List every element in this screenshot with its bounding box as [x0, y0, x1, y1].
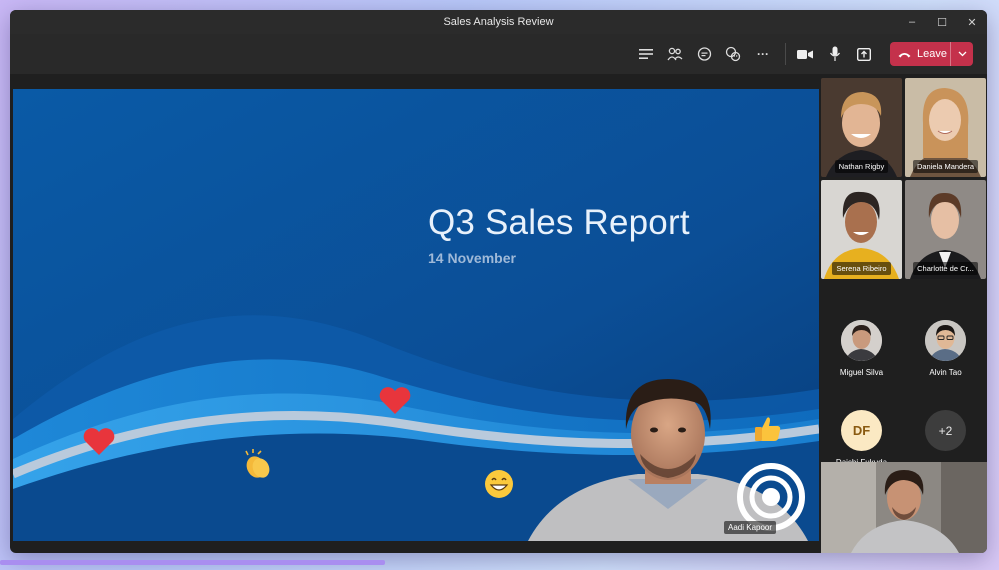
window-title: Sales Analysis Review: [443, 16, 554, 28]
self-video[interactable]: [821, 462, 987, 553]
taskbar-highlight: [0, 560, 385, 565]
avatar: [925, 320, 966, 361]
participant-name: Alvin Tao: [929, 368, 962, 377]
participant-name: Nathan Rigby: [834, 160, 889, 173]
more-icon: ···: [757, 47, 769, 61]
chat-icon: [697, 46, 711, 61]
maximize-button[interactable]: ☐: [927, 10, 957, 34]
participant-name: Serena Ribeiro: [832, 262, 891, 275]
slide-title: Q3 Sales Report: [428, 203, 690, 242]
mic-icon: [829, 46, 841, 61]
overflow-count: +2: [925, 410, 966, 451]
people-button[interactable]: [664, 43, 686, 65]
participant-name: Daniela Mandera: [912, 160, 979, 173]
slide-date: 14 November: [428, 250, 516, 266]
laugh-icon: [485, 470, 513, 498]
clap-icon: [245, 449, 270, 478]
title-bar: Sales Analysis Review – ☐ ✕: [10, 10, 987, 34]
self-video-feed: [821, 462, 987, 553]
camera-button[interactable]: [794, 43, 816, 65]
heart-reaction: [378, 386, 412, 420]
participant-tile[interactable]: Nathan Rigby: [821, 78, 902, 177]
presenter-name-label: Aadi Kapoor: [724, 521, 777, 534]
more-options-button[interactable]: ···: [752, 43, 774, 65]
avatar-initials: DF: [841, 410, 882, 451]
laugh-reaction: [484, 469, 514, 503]
participant-name: Miguel Silva: [839, 368, 884, 377]
meeting-window: Sales Analysis Review – ☐ ✕ ··· Leave Q3…: [10, 10, 987, 553]
chat-button[interactable]: [693, 43, 715, 65]
participant-tile[interactable]: Serena Ribeiro: [821, 180, 902, 279]
microphone-button[interactable]: [824, 43, 846, 65]
participant-name: Charlotte de Cr...: [913, 262, 978, 275]
minimize-button[interactable]: –: [897, 10, 927, 34]
people-icon: [667, 47, 683, 61]
heart-reaction: [82, 427, 116, 461]
phone-hangup-icon: [898, 52, 911, 57]
presenter-video[interactable]: [518, 374, 818, 541]
leave-main-button[interactable]: Leave: [890, 48, 950, 60]
toolbar-divider: [785, 43, 786, 65]
close-button[interactable]: ✕: [957, 10, 987, 34]
reactions-button[interactable]: [722, 43, 744, 65]
leave-options-button[interactable]: [950, 42, 973, 66]
meeting-toolbar: ··· Leave: [10, 34, 987, 74]
avatar: [841, 320, 882, 361]
heart-icon: [379, 387, 411, 414]
camera-icon: [797, 49, 813, 59]
participant-tile[interactable]: Charlotte de Cr...: [905, 180, 986, 279]
heart-icon: [83, 428, 115, 455]
chat-list-button[interactable]: [635, 43, 657, 65]
share-screen-button[interactable]: [853, 43, 875, 65]
participant-tile[interactable]: Daniela Mandera: [905, 78, 986, 177]
reactions-icon: [725, 46, 741, 62]
leave-label: Leave: [917, 48, 947, 60]
participant-audio-tile[interactable]: Alvin Tao: [904, 302, 987, 390]
participant-audio-tile[interactable]: Miguel Silva: [820, 302, 903, 390]
clap-reaction: [242, 449, 274, 485]
leave-button[interactable]: Leave: [890, 42, 973, 66]
share-icon: [857, 47, 871, 61]
shared-content-stage: Q3 Sales Report 14 November Aadi Kapoor: [13, 89, 819, 541]
chevron-down-icon: [958, 51, 966, 57]
chat-list-icon: [639, 49, 653, 59]
